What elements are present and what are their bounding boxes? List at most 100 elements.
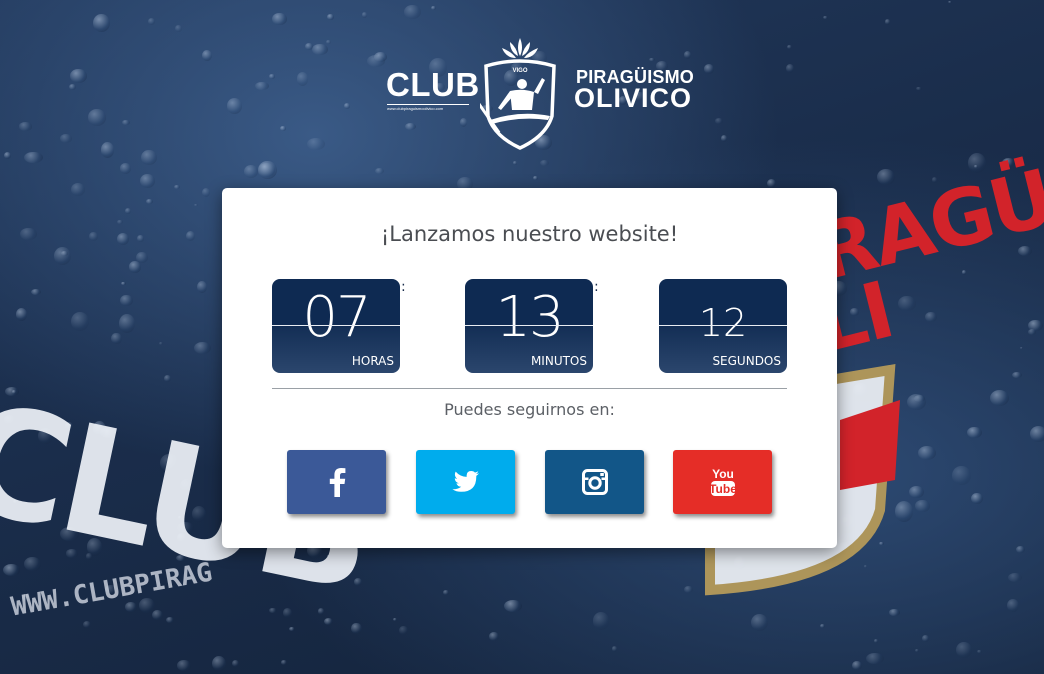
water-drop: [211, 655, 227, 672]
water-drop: [255, 81, 270, 91]
twitter-icon: [451, 471, 479, 492]
water-drop: [532, 175, 538, 180]
logo-club-url: www.clubpiraguismoolivico.com: [387, 104, 469, 111]
facebook-button[interactable]: [287, 450, 386, 514]
water-drop: [823, 16, 829, 20]
countdown-hours: 07 HORAS: [272, 279, 400, 373]
water-drop: [116, 232, 130, 246]
water-drop: [922, 635, 929, 642]
water-drop: [93, 13, 111, 33]
water-drop: [819, 624, 825, 629]
countdown-minutes-value: 13: [495, 285, 564, 350]
water-drop: [909, 485, 924, 499]
water-drop: [307, 137, 326, 151]
water-drop: [185, 230, 195, 241]
flip-divider: [659, 325, 787, 326]
water-drop: [152, 609, 164, 621]
countdown-hours-value: 07: [302, 285, 371, 350]
water-drop: [976, 649, 983, 654]
water-drop: [226, 98, 242, 114]
flip-divider: [272, 325, 400, 326]
water-drop: [1008, 572, 1022, 582]
water-drop: [120, 281, 127, 286]
water-drop: [374, 167, 384, 175]
youtube-button[interactable]: You Tube: [673, 450, 772, 514]
water-drop: [1016, 545, 1026, 553]
flip-divider: [465, 325, 593, 326]
water-drop: [128, 261, 141, 273]
water-drop: [53, 247, 71, 265]
water-drop: [69, 83, 77, 90]
water-drop: [399, 625, 408, 636]
water-drop: [392, 618, 398, 622]
water-drop: [165, 616, 175, 624]
club-logo: CLUB www.clubpiraguismoolivico.com VIGO …: [384, 36, 694, 151]
logo-olivico-text: OLIVICO: [574, 83, 693, 113]
countdown-minutes-label: MINUTOS: [530, 354, 587, 368]
svg-text:You: You: [712, 467, 734, 481]
water-drop: [948, 0, 952, 4]
water-drop: [403, 4, 421, 20]
twitter-button[interactable]: [416, 450, 515, 514]
water-drop: [366, 54, 385, 67]
water-drop: [1027, 328, 1037, 335]
water-drop: [343, 102, 351, 110]
instagram-button[interactable]: [545, 450, 644, 514]
water-drop: [852, 661, 863, 670]
water-drop: [3, 563, 21, 576]
water-drop: [119, 314, 135, 333]
instagram-icon: [581, 469, 608, 495]
water-drop: [201, 49, 213, 62]
water-drop: [1029, 425, 1044, 442]
water-drop: [312, 44, 329, 56]
water-drop: [915, 500, 930, 512]
water-drop: [956, 641, 973, 659]
water-drop: [137, 234, 144, 243]
water-drop: [1011, 371, 1022, 379]
water-drop: [326, 40, 332, 44]
card-divider: [272, 388, 787, 389]
water-drop: [164, 375, 172, 383]
countdown-hours-label: HORAS: [351, 354, 394, 368]
countdown-minutes: 13 MINUTOS: [465, 279, 593, 373]
water-drop: [916, 86, 923, 91]
water-drop: [787, 44, 793, 49]
countdown-seconds-value: 12: [698, 301, 748, 345]
water-drop: [60, 250, 69, 256]
water-drop: [124, 208, 131, 215]
follow-us-text: Puedes seguirnos en:: [444, 400, 615, 419]
water-drop: [243, 165, 258, 178]
water-drop: [611, 646, 617, 652]
water-drop: [766, 178, 777, 189]
water-drop: [951, 465, 971, 486]
water-drop: [16, 308, 28, 322]
water-drop: [125, 602, 137, 613]
water-drop: [136, 251, 148, 263]
facebook-icon: [329, 468, 345, 497]
water-drop: [111, 332, 122, 345]
water-drop: [117, 219, 123, 225]
emblem-vigo-text: VIGO: [512, 68, 527, 74]
water-drop: [140, 173, 156, 189]
water-drop: [89, 232, 98, 241]
water-drop: [885, 19, 891, 25]
water-drop: [120, 163, 131, 174]
water-drop: [914, 649, 920, 652]
water-drop: [442, 590, 450, 596]
water-drop: [504, 599, 523, 612]
launch-card: ¡Lanzamos nuestro website! 07 HORAS : 13…: [222, 188, 837, 548]
water-drop: [18, 122, 33, 131]
countdown-separator: :: [401, 279, 406, 295]
countdown-seconds: 12 SEGUNDOS: [659, 279, 787, 373]
kayak-emblem-icon: VIGO: [480, 38, 556, 150]
water-drop: [720, 134, 728, 142]
water-drop: [70, 182, 86, 197]
water-drop: [59, 134, 72, 144]
water-drop: [159, 341, 164, 345]
water-drop: [877, 169, 895, 186]
water-drop: [175, 25, 183, 33]
water-drop: [967, 426, 983, 439]
water-drop: [30, 288, 42, 296]
water-drop: [362, 12, 368, 18]
water-drop: [145, 198, 154, 205]
